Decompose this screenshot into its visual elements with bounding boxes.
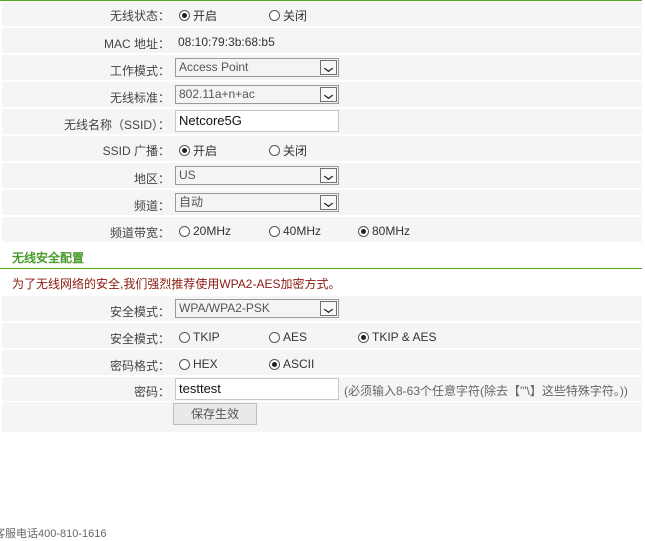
wireless-standard-select[interactable]: 802.11a+n+ac	[175, 85, 339, 104]
chevron-down-icon	[320, 60, 337, 75]
encryption-label: 安全模式：	[109, 332, 170, 346]
chevron-down-icon	[320, 87, 337, 102]
region-row: 地区： US	[2, 163, 642, 189]
channel-select[interactable]: 自动	[175, 193, 339, 212]
radio-unchecked-icon	[269, 10, 280, 21]
radio-unchecked-icon	[269, 331, 280, 343]
security-mode-label: 安全模式：	[109, 305, 170, 319]
radio-unchecked-icon	[179, 225, 190, 237]
encryption-aes-radio[interactable]: AES	[269, 330, 307, 344]
encryption-row: 安全模式： TKIP AES TKIP & AES	[2, 323, 642, 349]
bandwidth-row: 频道带宽： 20MHz 40MHz 80MHz	[2, 217, 642, 243]
wireless-standard-label: 无线标准：	[109, 91, 170, 105]
wireless-status-off-radio[interactable]: 关闭	[269, 7, 307, 24]
channel-row: 频道： 自动	[2, 190, 642, 216]
chevron-down-icon	[320, 301, 337, 316]
radio-unchecked-icon	[269, 225, 280, 237]
security-section-title: 无线安全配置	[12, 251, 85, 265]
security-mode-row: 安全模式： WPA/WPA2-PSK	[2, 296, 642, 322]
ssid-broadcast-on-radio[interactable]: 开启	[179, 142, 217, 159]
ssid-broadcast-label: SSID 广播：	[102, 144, 170, 158]
wireless-status-row: 无线状态： 开启 关闭	[2, 2, 642, 27]
encryption-tkip-aes-radio[interactable]: TKIP & AES	[358, 330, 436, 344]
security-warning: 为了无线网络的安全,我们强烈推荐使用WPA2-AES加密方式。	[12, 277, 341, 291]
wireless-status-label: 无线状态：	[109, 9, 170, 23]
radio-unchecked-icon	[179, 331, 190, 343]
key-format-ascii-radio[interactable]: ASCII	[269, 357, 314, 371]
key-format-row: 密码格式： HEX ASCII	[2, 350, 642, 376]
radio-unchecked-icon	[179, 358, 190, 370]
password-input[interactable]: testtest	[175, 378, 339, 400]
bandwidth-40mhz-radio[interactable]: 40MHz	[269, 224, 321, 238]
chevron-down-icon	[320, 168, 337, 183]
ssid-row: 无线名称（SSID）： Netcore5G	[2, 109, 642, 135]
radio-checked-icon	[358, 225, 369, 237]
mac-row: MAC 地址： 08:10:79:3b:68:b5	[2, 28, 642, 54]
chevron-down-icon	[320, 195, 337, 210]
section-divider	[0, 268, 642, 269]
encryption-tkip-radio[interactable]: TKIP	[179, 330, 220, 344]
channel-label: 频道：	[133, 199, 170, 213]
radio-checked-icon	[358, 331, 369, 343]
ssid-input[interactable]: Netcore5G	[175, 110, 339, 132]
wireless-status-on-radio[interactable]: 开启	[179, 7, 217, 24]
bandwidth-20mhz-radio[interactable]: 20MHz	[179, 224, 231, 238]
radio-checked-icon	[179, 145, 190, 156]
region-label: 地区：	[133, 172, 170, 186]
work-mode-select[interactable]: Access Point	[175, 58, 339, 77]
ssid-broadcast-row: SSID 广播： 开启 关闭	[2, 136, 642, 162]
radio-checked-icon	[179, 10, 190, 21]
work-mode-row: 工作模式： Access Point	[2, 55, 642, 81]
work-mode-label: 工作模式：	[109, 64, 170, 78]
wireless-standard-row: 无线标准： 802.11a+n+ac	[2, 82, 642, 108]
key-format-hex-radio[interactable]: HEX	[179, 357, 218, 371]
ssid-label: 无线名称（SSID）：	[63, 118, 170, 132]
footer-hotline: 客服电话400-810-1616	[0, 528, 107, 540]
mac-value: 08:10:79:3b:68:b5	[178, 35, 275, 49]
password-hint: (必须输入8-63个任意字符(除去【'"\】这些特殊字符。))	[344, 384, 628, 398]
radio-unchecked-icon	[269, 145, 280, 156]
region-select[interactable]: US	[175, 166, 339, 185]
radio-checked-icon	[269, 358, 280, 370]
save-button[interactable]: 保存生效	[173, 403, 257, 425]
bandwidth-label: 频道带宽：	[109, 226, 170, 240]
save-row	[2, 402, 642, 433]
key-format-label: 密码格式：	[109, 359, 170, 373]
security-mode-select[interactable]: WPA/WPA2-PSK	[175, 299, 339, 318]
ssid-broadcast-off-radio[interactable]: 关闭	[269, 142, 307, 159]
mac-label: MAC 地址：	[103, 37, 170, 51]
top-divider	[0, 0, 642, 1]
password-label: 密码：	[133, 385, 170, 399]
bandwidth-80mhz-radio[interactable]: 80MHz	[358, 224, 410, 238]
